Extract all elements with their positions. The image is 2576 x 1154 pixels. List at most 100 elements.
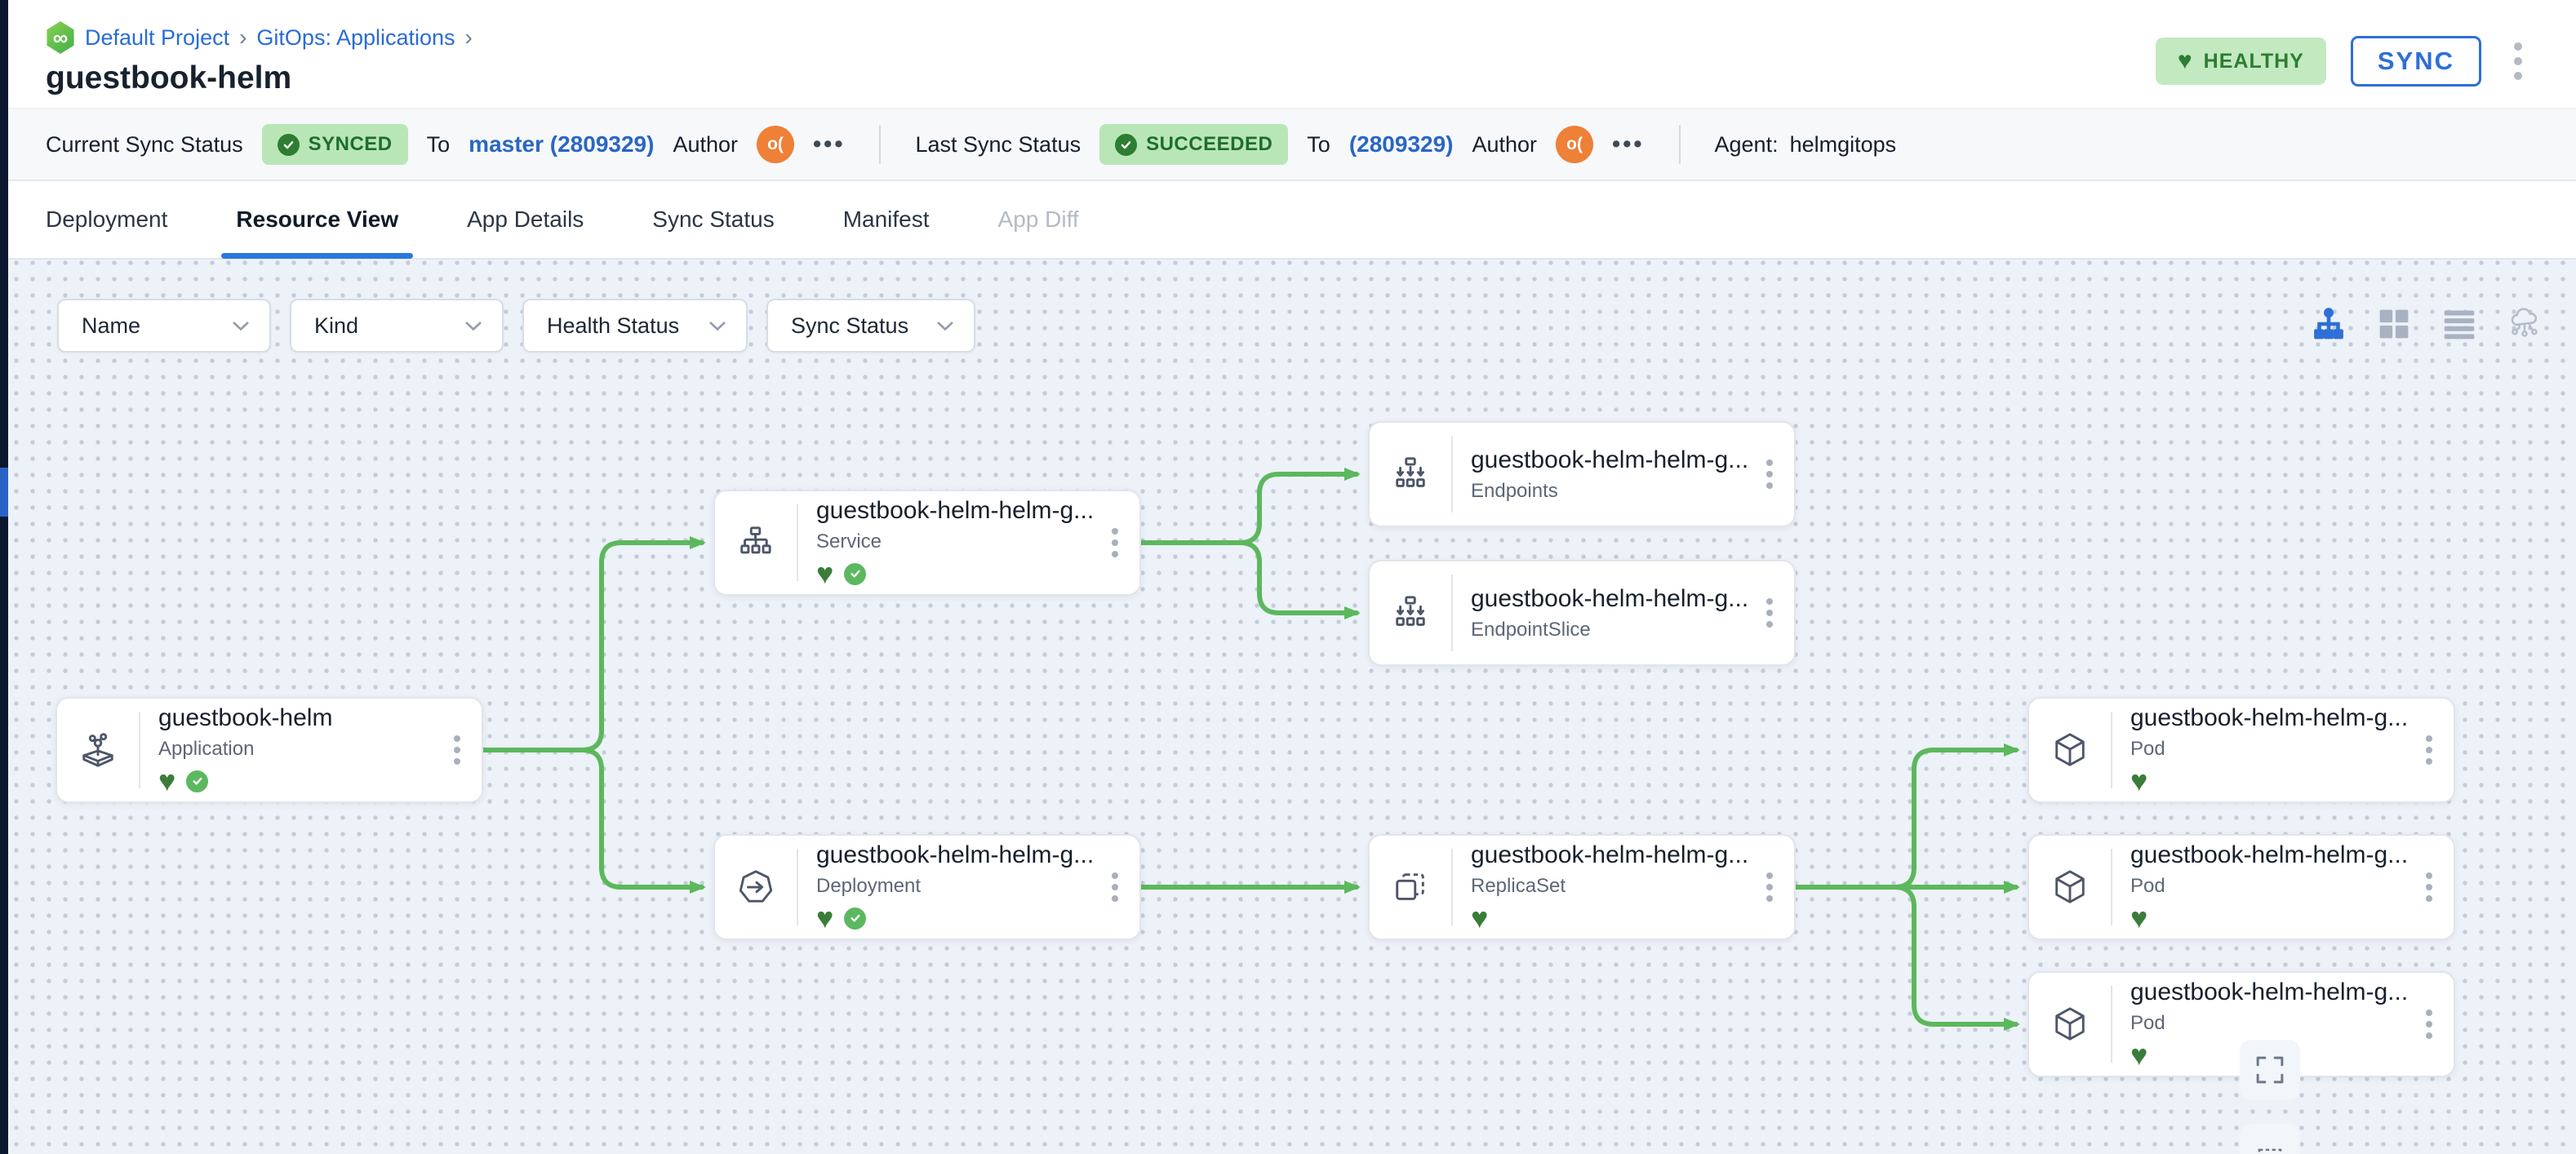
grid-view-icon[interactable] — [2375, 305, 2413, 343]
breadcrumb-applications-link[interactable]: GitOps: Applications — [256, 25, 455, 51]
resource-node-endpointslice[interactable]: guestbook-helm-helm-g...EndpointSlice — [1368, 560, 1796, 666]
filter-name-dropdown[interactable]: Name — [57, 299, 271, 353]
node-body: guestbook-helm Application ♥ — [140, 699, 439, 801]
current-revision-link[interactable]: master (2809329) — [469, 131, 654, 158]
chevron-down-icon — [936, 321, 954, 331]
filter-label: Name — [82, 313, 140, 339]
resource-graph-canvas[interactable]: Name Kind Health Status Sync Status — [0, 260, 2576, 1154]
select-area-button[interactable] — [2240, 1124, 2300, 1154]
resource-node-pod-2[interactable]: guestbook-helm-helm-g... Pod ♥ — [2027, 834, 2455, 940]
health-heart-icon: ♥ — [816, 561, 833, 586]
resource-node-replicaset[interactable]: guestbook-helm-helm-g...ReplicaSet♥ — [1368, 834, 1796, 940]
resource-node-service[interactable]: guestbook-helm-helm-g...Service♥ — [713, 490, 1141, 596]
node-body: guestbook-helm-helm-g...Service♥ — [798, 491, 1097, 594]
endpoints-icon — [1370, 561, 1451, 664]
node-status: ♥ — [2130, 766, 2411, 796]
tab-deployment[interactable]: Deployment — [46, 180, 167, 259]
expand-icon — [2253, 1053, 2287, 1087]
node-status: ♥ — [2130, 903, 2411, 933]
resource-node-pod-1[interactable]: guestbook-helm-helm-g... Pod ♥ — [2027, 697, 2455, 803]
sync-check-icon — [186, 770, 208, 792]
sync-button[interactable]: SYNC — [2351, 36, 2481, 87]
fit-view-button[interactable] — [2240, 1040, 2300, 1100]
filter-health-status-dropdown[interactable]: Health Status — [522, 299, 748, 353]
synced-badge-label: SYNCED — [309, 133, 393, 156]
node-body: guestbook-helm-helm-g...ReplicaSet♥ — [1453, 836, 1752, 939]
author-avatar: o( — [757, 126, 794, 163]
agent-value: helmgitops — [1790, 132, 1897, 158]
resource-name: guestbook-helm-helm-g... — [1471, 446, 1752, 474]
succeeded-badge: SUCCEEDED — [1099, 124, 1288, 165]
node-menu-button[interactable] — [1752, 423, 1788, 526]
health-heart-icon: ♥ — [2130, 906, 2147, 930]
filter-label: Kind — [314, 313, 358, 339]
tab-resource-view[interactable]: Resource View — [236, 180, 398, 259]
node-status: ♥ — [1471, 903, 1752, 933]
node-menu-button[interactable] — [1752, 836, 1788, 939]
node-menu-button[interactable] — [439, 699, 475, 801]
sync-check-icon — [844, 563, 866, 585]
node-menu-button[interactable] — [2411, 699, 2447, 801]
resource-node-deployment[interactable]: guestbook-helm-helm-g...Deployment♥ — [713, 834, 1141, 940]
resource-name: guestbook-helm-helm-g... — [2130, 979, 2411, 1006]
replicaset-icon — [1370, 836, 1451, 939]
node-status: ♥ — [816, 559, 1097, 588]
resource-name: guestbook-helm-helm-g... — [2130, 704, 2411, 732]
selection-box-icon — [2253, 1143, 2287, 1154]
list-view-icon[interactable] — [2441, 305, 2478, 343]
chevron-down-icon — [708, 321, 726, 331]
health-heart-icon: ♥ — [816, 906, 833, 930]
pod-icon — [2029, 836, 2111, 939]
node-status: ♥ — [158, 766, 439, 796]
author-label: Author — [673, 132, 738, 158]
more-info-button[interactable]: ••• — [813, 131, 845, 158]
sync-check-icon — [844, 908, 866, 930]
node-body: guestbook-helm-helm-g... Endpoints — [1453, 423, 1752, 526]
node-menu-button[interactable] — [1097, 491, 1133, 594]
endpoints-icon — [1370, 423, 1451, 526]
breadcrumb-project-link[interactable]: Default Project — [85, 25, 229, 51]
resource-kind: Service — [816, 530, 1097, 553]
tree-view-icon[interactable] — [2310, 305, 2347, 343]
tab-manifest[interactable]: Manifest — [843, 180, 930, 259]
author-label: Author — [1472, 132, 1537, 158]
app-menu-button[interactable] — [2506, 38, 2530, 85]
synced-badge: SYNCED — [262, 124, 408, 165]
more-info-button[interactable]: ••• — [1612, 131, 1644, 158]
divider — [1679, 125, 1681, 164]
resource-node-endpoints[interactable]: guestbook-helm-helm-g... Endpoints — [1368, 421, 1796, 527]
resource-node-application[interactable]: guestbook-helm Application ♥ — [56, 697, 483, 803]
tab-app-diff: App Diff — [998, 180, 1079, 259]
resource-kind: Application — [158, 738, 439, 761]
view-toggle-group — [2310, 305, 2543, 343]
node-menu-button[interactable] — [2411, 836, 2447, 939]
current-sync-label: Current Sync Status — [46, 132, 243, 158]
pod-icon — [2029, 699, 2111, 801]
resource-kind: Pod — [2130, 738, 2411, 761]
filter-sync-status-dropdown[interactable]: Sync Status — [766, 299, 975, 353]
filter-kind-dropdown[interactable]: Kind — [290, 299, 504, 353]
resource-kind: Pod — [2130, 875, 2411, 898]
deployment-icon — [715, 836, 797, 939]
service-icon — [715, 491, 797, 594]
cluster-view-icon[interactable] — [2506, 305, 2543, 343]
node-menu-button[interactable] — [1752, 561, 1788, 664]
node-menu-button[interactable] — [2411, 973, 2447, 1076]
last-revision-link[interactable]: (2809329) — [1349, 131, 1454, 158]
tab-sync-status[interactable]: Sync Status — [652, 180, 774, 259]
node-menu-button[interactable] — [1097, 836, 1133, 939]
resource-name: guestbook-helm-helm-g... — [2130, 841, 2411, 869]
resource-kind: EndpointSlice — [1471, 619, 1752, 641]
agent-label: Agent: — [1715, 132, 1779, 158]
breadcrumb-separator: › — [465, 24, 473, 51]
resource-kind: Endpoints — [1471, 480, 1752, 503]
author-avatar: o( — [1556, 126, 1593, 163]
chevron-down-icon — [464, 321, 482, 331]
check-circle-icon — [1115, 134, 1137, 156]
health-heart-icon: ♥ — [1471, 906, 1488, 930]
sidebar-active-indicator — [0, 468, 8, 517]
tab-app-details[interactable]: App Details — [467, 180, 584, 259]
edge-application-to-deployment — [483, 750, 702, 887]
tab-bar: Deployment Resource View App Details Syn… — [0, 181, 2576, 260]
resource-name: guestbook-helm — [158, 704, 439, 732]
